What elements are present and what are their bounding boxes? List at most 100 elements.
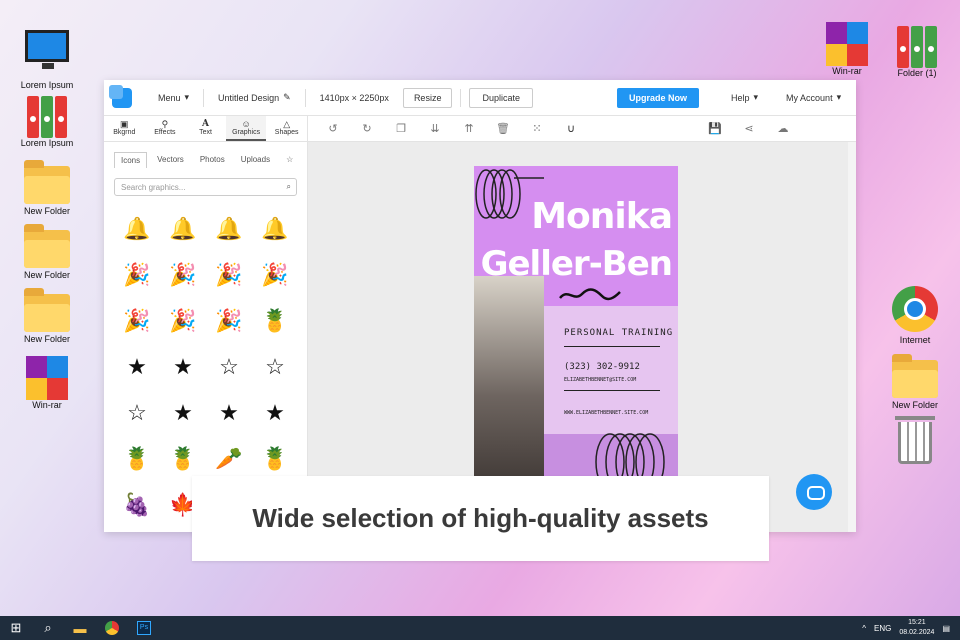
graphic-item[interactable]: 🍍: [114, 436, 160, 482]
tab-shapes[interactable]: △ Shapes: [266, 116, 307, 141]
tab-uploads[interactable]: Uploads: [235, 152, 276, 168]
undo-icon[interactable]: ↺: [316, 122, 350, 135]
account-label: My Account: [786, 92, 833, 103]
desktop-icon-internet[interactable]: Internet: [880, 286, 950, 345]
name-line-1: Monika: [531, 196, 673, 237]
bring-forward-icon[interactable]: ⇈: [452, 122, 486, 135]
language-indicator[interactable]: ENG: [874, 624, 891, 633]
cloud-download-icon[interactable]: ☁: [766, 122, 800, 135]
photoshop-icon[interactable]: Ps: [128, 616, 160, 640]
graphic-item[interactable]: ★: [160, 390, 206, 436]
upgrade-button[interactable]: Upgrade Now: [616, 87, 699, 108]
tab-label: Text: [199, 129, 212, 136]
desktop-icon-new-folder-2[interactable]: New Folder: [12, 222, 82, 280]
desktop-icon-new-folder-1[interactable]: New Folder: [12, 158, 82, 216]
magnet-icon[interactable]: ∪: [554, 122, 588, 135]
search-input[interactable]: Search graphics... ⌕: [114, 178, 297, 196]
desktop-icon-label: Internet: [899, 335, 931, 345]
tab-icons[interactable]: Icons: [114, 152, 148, 168]
graphic-item[interactable]: 🎉: [206, 298, 252, 344]
graphic-item[interactable]: ★: [206, 390, 252, 436]
save-icon[interactable]: 💾: [698, 122, 732, 135]
arrow-line: [564, 390, 660, 391]
doc-title[interactable]: Untitled Design ✎: [204, 92, 305, 103]
asset-tabs: Icons Vectors Photos Uploads ☆: [104, 142, 307, 174]
vertical-scrollbar[interactable]: [848, 142, 856, 532]
email-text: ELIZABETHBENNET@SITE.COM: [564, 377, 637, 383]
tab-graphics[interactable]: ☺ Graphics: [225, 116, 267, 141]
desktop-icon-lorem-ipsum-binders[interactable]: Lorem Ipsum: [12, 96, 82, 148]
graphic-item[interactable]: 🎉: [252, 252, 298, 298]
menu-button[interactable]: Menu ▾: [144, 92, 203, 103]
graphic-item[interactable]: ☆: [114, 390, 160, 436]
doc-size-label: 1410px × 2250px: [319, 92, 389, 103]
chrome-icon[interactable]: [96, 616, 128, 640]
graphic-item[interactable]: ☆: [252, 344, 298, 390]
notification-icon[interactable]: ▤: [942, 624, 950, 633]
doc-size: 1410px × 2250px: [306, 93, 403, 103]
tab-effects[interactable]: ⚲ Effects: [145, 116, 186, 141]
chevron-down-icon: ▾: [836, 92, 842, 102]
clock-time: 15:21: [908, 619, 926, 626]
desktop-icon-label: Folder (1): [897, 68, 937, 78]
send-backward-icon[interactable]: ⇊: [418, 122, 452, 135]
search-icon[interactable]: ⌕: [32, 616, 64, 640]
graphic-item[interactable]: ★: [114, 344, 160, 390]
desktop-icon-label: Lorem Ipsum: [20, 138, 74, 148]
search-icon[interactable]: ⌕: [287, 182, 291, 192]
resize-button[interactable]: Resize: [402, 87, 453, 108]
tab-text[interactable]: A Text: [185, 116, 226, 141]
windows-start-icon[interactable]: ⊞: [0, 616, 32, 640]
clock[interactable]: 15:21 08.02.2024: [899, 618, 934, 638]
account-menu[interactable]: My Account ▾: [772, 92, 855, 103]
graphic-item[interactable]: 🔔: [114, 206, 160, 252]
graphic-item[interactable]: 🔔: [206, 206, 252, 252]
desktop-icon-winrar-right[interactable]: Win-rar: [812, 22, 882, 76]
desktop-icon-label: Lorem Ipsum: [20, 80, 74, 90]
graphic-item[interactable]: 🍍: [252, 298, 298, 344]
chevron-down-icon: ▾: [753, 92, 759, 102]
desktop-icon-recycle-bin[interactable]: [880, 416, 950, 464]
desktop-icon-new-folder-3[interactable]: New Folder: [12, 286, 82, 344]
service-text: PERSONAL TRAINING: [564, 328, 674, 338]
chevron-up-icon[interactable]: ^: [862, 624, 866, 633]
desktop-icon-folder-1[interactable]: Folder (1): [882, 26, 952, 78]
design-canvas[interactable]: Monika Geller-Ben PERSONAL TRAINING (323…: [308, 142, 856, 532]
tab-bkgrnd[interactable]: ▣ Bkgrnd: [104, 116, 145, 141]
delete-icon[interactable]: 🗑: [486, 122, 520, 135]
graphic-item[interactable]: 🔔: [160, 206, 206, 252]
desktop-icon-label: Win-rar: [832, 66, 862, 76]
folder-icon: [892, 354, 938, 398]
graphic-item[interactable]: ☆: [206, 344, 252, 390]
help-label: Help: [731, 92, 750, 103]
file-explorer-icon[interactable]: ▬: [64, 616, 96, 640]
secondary-toolbar: ▣ Bkgrnd ⚲ Effects A Text ☺ Graphics △ Shapes…: [104, 116, 856, 142]
desktop-icon-new-folder-right[interactable]: New Folder: [880, 352, 950, 410]
redo-icon[interactable]: ↻: [350, 122, 384, 135]
graphics-panel: Icons Vectors Photos Uploads ☆ Search gr…: [104, 142, 308, 532]
system-tray: ^ ENG 15:21 08.02.2024 ▤: [862, 618, 960, 638]
star-icon[interactable]: ☆: [280, 152, 299, 168]
tab-vectors[interactable]: Vectors: [151, 152, 190, 168]
graphic-item[interactable]: 🎉: [114, 252, 160, 298]
chat-button[interactable]: [796, 474, 832, 510]
business-card-design[interactable]: Monika Geller-Ben PERSONAL TRAINING (323…: [474, 166, 678, 494]
graphic-item[interactable]: 🎉: [160, 298, 206, 344]
desktop-icon-lorem-ipsum-computer[interactable]: Lorem Ipsum: [12, 26, 82, 90]
graphic-item[interactable]: 🎉: [160, 252, 206, 298]
help-menu[interactable]: Help ▾: [717, 92, 772, 103]
graphic-item[interactable]: 🎉: [206, 252, 252, 298]
graphic-item[interactable]: 🍇: [114, 482, 160, 528]
graphic-item[interactable]: 🔔: [252, 206, 298, 252]
clock-date: 08.02.2024: [899, 629, 935, 636]
graphic-item[interactable]: ★: [252, 390, 298, 436]
graphic-item[interactable]: 🎉: [114, 298, 160, 344]
duplicate-button[interactable]: Duplicate: [469, 87, 533, 108]
grid-icon[interactable]: ⁙: [520, 122, 554, 135]
smiley-icon: ☺: [241, 119, 251, 129]
tab-photos[interactable]: Photos: [194, 152, 231, 168]
share-icon[interactable]: ⋖: [732, 122, 766, 135]
graphic-item[interactable]: ★: [160, 344, 206, 390]
copy-icon[interactable]: ❐: [384, 122, 418, 135]
desktop-icon-winrar[interactable]: Win-rar: [12, 356, 82, 410]
